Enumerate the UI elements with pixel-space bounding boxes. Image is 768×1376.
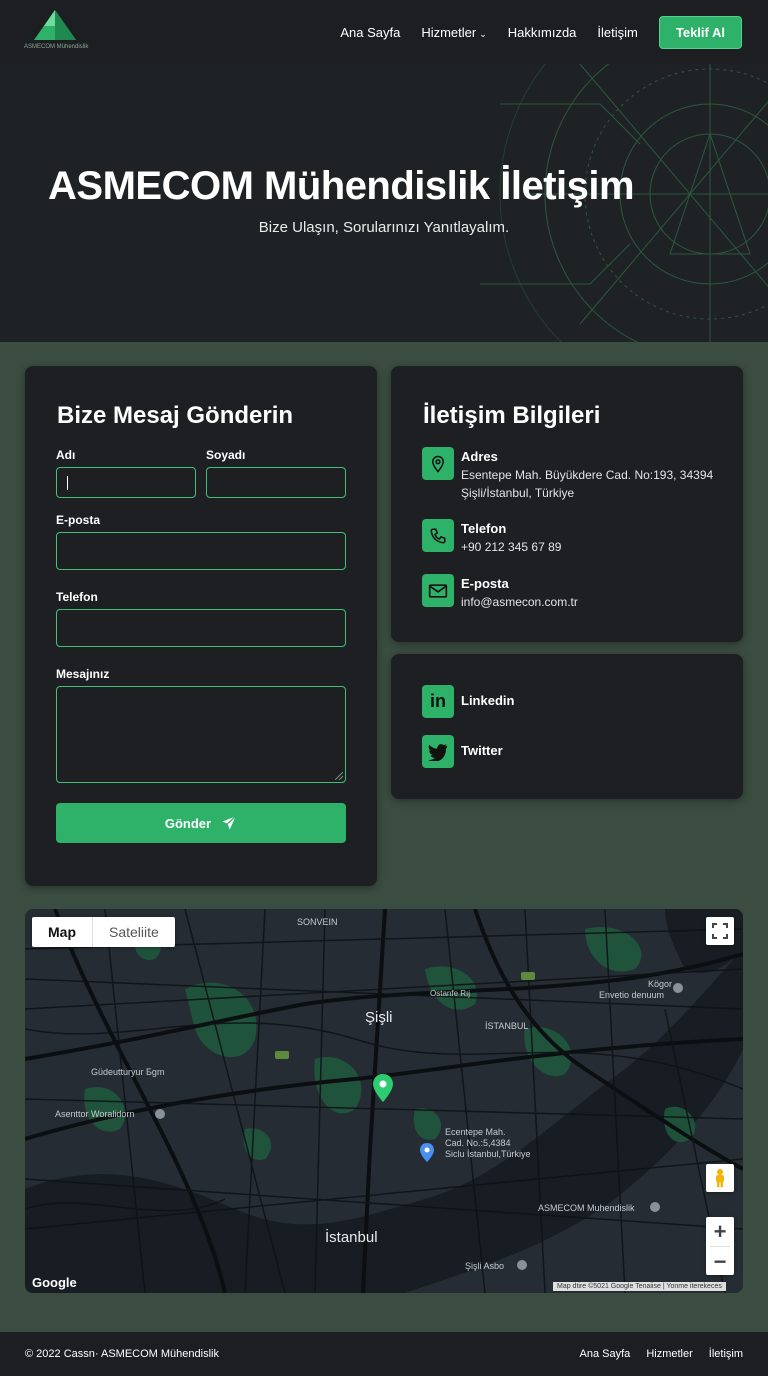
twitter-icon[interactable] — [422, 735, 454, 768]
email-label: E-posta — [56, 513, 101, 527]
google-logo[interactable]: Google — [32, 1275, 77, 1290]
zoom-control: + − — [706, 1217, 734, 1275]
email-info-label: E-posta — [461, 576, 509, 591]
top-navbar: ASMECOM Mühendislik Ana Sayfa Hizmetler ⌄… — [0, 0, 768, 64]
footer-links: Ana Sayfa Hizmetler İletişim — [580, 1348, 743, 1360]
map-label-sonvein: SONVEIN — [297, 917, 338, 927]
map-label-istanbul-upper: İSTANBUL — [485, 1021, 529, 1031]
contact-form-card: Bize Mesaj Gönderin Adı Soyadı E-posta T… — [25, 366, 377, 886]
logo-text: ASMECOM Mühendislik — [24, 44, 89, 50]
nav-services-label: Hizmetler — [421, 24, 477, 40]
paper-plane-icon — [222, 815, 237, 830]
hero-banner: ASMECOM Mühendislik İletişim Bize Ulaşın… — [0, 64, 768, 342]
address-line1: Esentepe Mah. Büyükdere Cad. No:193, 343… — [461, 468, 714, 482]
nav-contact[interactable]: İletişim — [597, 25, 637, 40]
resize-handle-icon[interactable] — [335, 772, 343, 780]
hero-subtitle: Bize Ulaşın, Sorularınızı Yanıtlayalım. — [258, 219, 510, 236]
nav-links: Ana Sayfa Hizmetler ⌄ Hakkımızda İletişim… — [340, 0, 742, 64]
phone-label: Telefon — [56, 590, 98, 604]
email-field[interactable] — [56, 532, 346, 570]
map-label-sisli-asbo: Şişli Asbo — [465, 1261, 505, 1271]
nav-services[interactable]: Hizmetler ⌄ — [421, 25, 486, 40]
first-name-field[interactable] — [56, 467, 196, 498]
map-label-esentepe-1: Ecentepe Mah. — [445, 1127, 506, 1137]
map-label-sisli: Şişli — [365, 1009, 393, 1026]
first-name-label: Adı — [56, 448, 76, 462]
contact-info-title: İletişim Bilgileri — [423, 402, 601, 429]
map-label-kogor-1: Kögor — [648, 979, 673, 989]
social-card: in Linkedin Twitter — [391, 654, 743, 799]
phone-icon — [422, 519, 454, 552]
map-label-istanbul: İstanbul — [325, 1229, 378, 1246]
logo-triangle-icon — [34, 10, 76, 40]
map-label-esentepe-2: Cad. No.:5,4384 — [445, 1138, 511, 1148]
message-label: Mesajınız — [56, 667, 110, 681]
fullscreen-icon[interactable] — [706, 917, 734, 945]
map-label-asmecom: ASMECOM Muhendislik — [538, 1203, 635, 1213]
text-caret — [67, 476, 68, 490]
linkedin-icon[interactable]: in — [422, 685, 454, 718]
map-tab-map[interactable]: Map — [32, 917, 93, 947]
footer-link-services[interactable]: Hizmetler — [646, 1348, 692, 1360]
chevron-down-icon: ⌄ — [479, 28, 487, 39]
map-attribution[interactable]: Map dtire ©5021 Google Tenaiise | Yonme … — [553, 1282, 726, 1291]
location-pin-icon — [422, 447, 454, 480]
nav-about[interactable]: Hakkımızda — [508, 25, 577, 40]
hero-title: ASMECOM Mühendislik İletişim — [48, 164, 635, 208]
form-title: Bize Mesaj Gönderin — [57, 402, 294, 429]
last-name-field[interactable] — [206, 467, 346, 498]
map-label-esentepe-3: Siclu İstanbul,Türkiye — [445, 1149, 531, 1159]
send-button-label: Gönder — [164, 815, 212, 831]
zoom-in-icon[interactable]: + — [706, 1217, 734, 1246]
nav-home[interactable]: Ana Sayfa — [340, 25, 400, 40]
map-type-toggle: Map Sateliite — [32, 917, 175, 947]
map-label-ostanfe: Ostanfe Rıj — [430, 989, 471, 998]
last-name-label: Soyadı — [206, 448, 246, 462]
envelope-icon — [422, 574, 454, 607]
map-canvas[interactable] — [25, 909, 743, 1293]
linkedin-link[interactable]: Linkedin — [461, 693, 514, 708]
footer-link-home[interactable]: Ana Sayfa — [580, 1348, 631, 1360]
twitter-link[interactable]: Twitter — [461, 743, 503, 758]
brand-logo[interactable]: ASMECOM Mühendislik — [24, 8, 94, 54]
email-address[interactable]: info@asmecon.com.tr — [461, 593, 578, 611]
phone-field[interactable] — [56, 609, 346, 647]
site-footer: © 2022 Cassn· ASMECOM Mühendislik Ana Sa… — [0, 1332, 768, 1376]
quote-button[interactable]: Teklif Al — [658, 15, 742, 49]
location-map[interactable]: Şişli İstanbul İSTANBUL SONVEIN Güdeuttu… — [25, 909, 743, 1293]
message-textarea[interactable] — [56, 686, 346, 783]
copyright-text: © 2022 Cassn· ASMECOM Mühendislik — [25, 1348, 219, 1360]
map-label-gudeutt: Güdeutturyur Бgm — [91, 1067, 165, 1077]
address-label: Adres — [461, 449, 498, 464]
contact-info-card: İletişim Bilgileri Adres Esentepe Mah. B… — [391, 366, 743, 642]
phone-info-label: Telefon — [461, 521, 507, 536]
zoom-out-icon[interactable]: − — [706, 1247, 734, 1276]
map-label-asenter: Asenttor Woralidorn — [55, 1109, 135, 1119]
pegman-icon[interactable] — [706, 1164, 734, 1192]
map-label-kogor-2: Envetio denuum — [599, 990, 665, 1000]
address-line2: Şişli/İstanbul, Türkiye — [461, 486, 575, 500]
map-tab-satellite[interactable]: Sateliite — [93, 917, 175, 947]
send-button[interactable]: Gönder — [56, 803, 346, 843]
phone-number[interactable]: +90 212 345 67 89 — [461, 538, 561, 556]
footer-link-contact[interactable]: İletişim — [709, 1348, 743, 1360]
